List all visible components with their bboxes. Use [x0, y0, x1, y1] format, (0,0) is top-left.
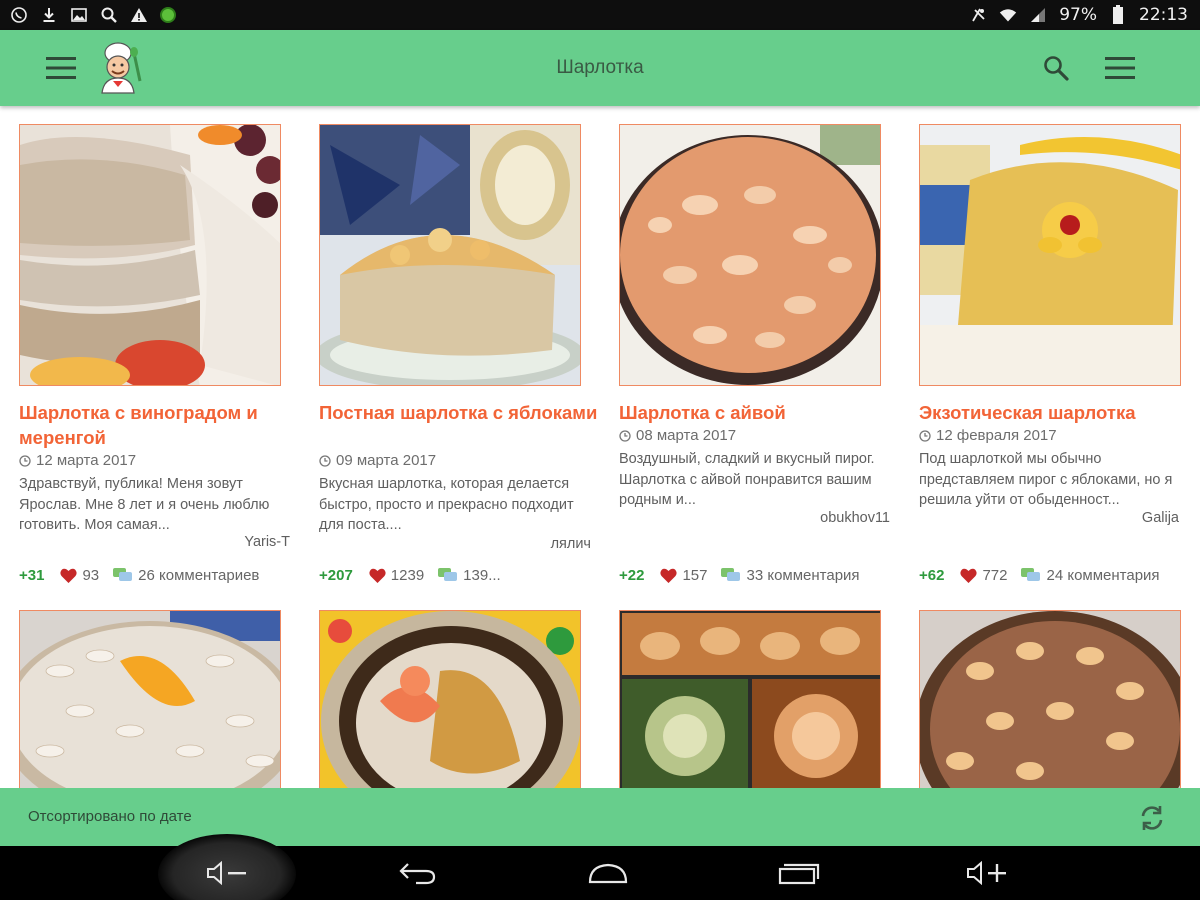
recipe-photo[interactable] [919, 610, 1181, 790]
clock-icon [319, 454, 331, 467]
status-bar: 97% 22:13 [0, 0, 1200, 30]
likes[interactable]: 1239 [369, 567, 424, 584]
likes-count: 1239 [390, 566, 425, 584]
recipe-description: Вкусная шарлотка, которая делается быстр… [319, 476, 574, 533]
battery-icon [1109, 5, 1127, 24]
battery-percent: 97% [1059, 5, 1097, 25]
image-icon [70, 6, 88, 24]
wifi-icon [999, 6, 1017, 24]
refresh-icon[interactable] [1133, 799, 1171, 837]
status-bar-system: 97% 22:13 [969, 5, 1188, 25]
recipe-date: 08 марта 2017 [619, 427, 881, 444]
likes[interactable]: 93 [60, 567, 99, 584]
recipe-title[interactable]: Шарлотка с виноградом и меренгой [19, 400, 299, 450]
clock: 22:13 [1139, 5, 1188, 25]
page-title: Шарлотка [556, 57, 644, 78]
likes[interactable]: 772 [960, 567, 1007, 584]
recipe-date: 12 марта 2017 [19, 452, 281, 469]
search-icon [100, 6, 118, 24]
volume-down-icon[interactable] [188, 846, 268, 900]
hamburger-icon[interactable] [42, 52, 80, 84]
recipe-photo[interactable] [919, 124, 1181, 386]
system-nav-bar [0, 834, 1200, 900]
likes[interactable]: 157 [660, 567, 707, 584]
recipe-photo[interactable] [319, 610, 581, 790]
recipe-stats: +62 772 24 комментария [919, 564, 1200, 586]
clock-icon [19, 454, 31, 467]
recipe-description: Под шарлоткой мы обычно представляем пир… [919, 451, 1173, 508]
recipe-description: Воздушный, сладкий и вкусный пирог. Шарл… [619, 451, 875, 508]
warning-icon [130, 6, 148, 24]
recipe-title[interactable]: Экзотическая шарлотка [919, 400, 1199, 425]
recipe-date: 09 марта 2017 [319, 452, 581, 469]
recipe-author[interactable]: obukhov11 [690, 510, 890, 526]
home-icon[interactable] [568, 846, 648, 900]
recipe-stats: +207 1239 139... [319, 564, 609, 586]
recents-icon[interactable] [758, 846, 838, 900]
comments[interactable]: 26 комментариев [113, 567, 259, 584]
comments[interactable]: 139... [438, 567, 501, 584]
rating-value: +62 [919, 566, 945, 584]
likes-count: 772 [982, 566, 1008, 584]
recipe-author[interactable]: Yaris-T [90, 534, 290, 550]
back-icon[interactable] [378, 846, 458, 900]
comments-count: 33 комментария [746, 566, 860, 584]
recipe-title[interactable]: Постная шарлотка с яблоками [319, 400, 599, 425]
sort-label[interactable]: Отсортировано по дате [28, 788, 192, 846]
comments-icon [721, 568, 741, 581]
mute-icon [969, 6, 987, 24]
recipe-date-text: 12 марта 2017 [36, 452, 137, 469]
recipe-date: 12 февраля 2017 [919, 427, 1181, 444]
recipe-title[interactable]: Шарлотка с айвой [619, 400, 899, 425]
rating-value: +22 [619, 566, 645, 584]
recipe-author[interactable]: лялич [391, 536, 591, 552]
comments-count: 24 комментария [1046, 566, 1160, 584]
signal-icon [1029, 6, 1047, 24]
comments[interactable]: 24 комментария [1021, 566, 1160, 584]
recipe-photo[interactable] [19, 124, 281, 386]
heart-icon [960, 568, 978, 583]
app-toolbar: Шарлотка [0, 30, 1200, 106]
recipe-stats: +31 93 26 комментариев [19, 564, 309, 586]
recipe-date-text: 12 февраля 2017 [936, 427, 1057, 444]
likes-count: 93 [82, 566, 100, 584]
whatsapp-icon [10, 6, 28, 24]
sort-bar: Отсортировано по дате [0, 788, 1200, 846]
recipe-author[interactable]: Galija [979, 510, 1179, 526]
status-bar-notifications [10, 6, 176, 24]
comments[interactable]: 33 комментария [721, 566, 860, 584]
download-icon [40, 6, 58, 24]
recipe-date-text: 09 марта 2017 [336, 452, 437, 469]
recipe-photo[interactable] [319, 124, 581, 386]
comments-icon [113, 568, 133, 581]
heart-icon [60, 568, 78, 583]
recipe-photo[interactable] [619, 124, 881, 386]
comments-icon [1021, 568, 1041, 581]
comments-icon [438, 568, 458, 581]
recipe-photo[interactable] [19, 610, 281, 790]
volume-up-icon[interactable] [948, 846, 1028, 900]
clock-icon [619, 429, 631, 442]
search-icon[interactable] [1038, 50, 1074, 86]
heart-icon [369, 568, 386, 583]
app-icon [160, 7, 176, 23]
rating-value: +207 [319, 566, 353, 584]
recipe-date-text: 08 марта 2017 [636, 427, 737, 444]
heart-icon [660, 568, 678, 583]
recipe-photo[interactable] [619, 610, 881, 790]
likes-count: 157 [682, 566, 708, 584]
rating-value: +31 [19, 566, 45, 584]
menu-lines-icon[interactable] [1100, 52, 1140, 84]
clock-icon [919, 429, 931, 442]
chef-logo-icon[interactable] [94, 41, 146, 95]
comments-count: 139... [463, 566, 501, 584]
comments-count: 26 комментариев [138, 566, 260, 584]
recipe-list-screen: 97% 22:13 Шарлотка Шарлотка с виноградом… [0, 0, 1200, 900]
recipe-description: Здравствуй, публика! Меня зовут Ярослав.… [19, 476, 270, 533]
recipe-stats: +22 157 33 комментария [619, 564, 909, 586]
